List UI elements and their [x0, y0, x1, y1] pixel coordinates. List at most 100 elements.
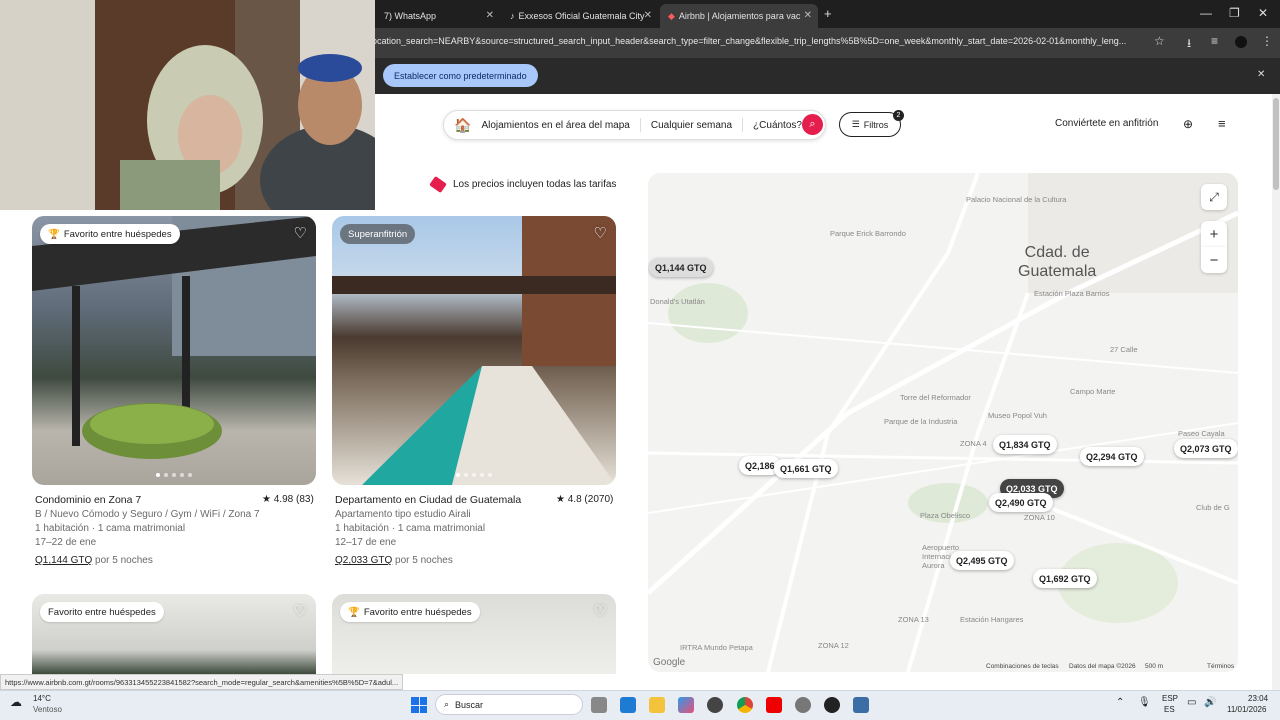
github-icon[interactable]	[707, 697, 723, 713]
heart-icon[interactable]: ♡	[594, 224, 607, 242]
listing-rating: ★ 4.98 (83)	[262, 494, 314, 505]
price-note-text: Los precios incluyen todas las tarifas	[453, 179, 617, 190]
price-pin[interactable]: Q2,294 GTQ	[1080, 447, 1144, 466]
bookmark-star-icon[interactable]: ☆	[1154, 34, 1165, 48]
listing-title[interactable]: Condominio en Zona 7	[35, 494, 141, 506]
kebab-menu-icon[interactable]: ⋮	[1261, 34, 1273, 48]
globe-icon[interactable]: ⊕	[1183, 117, 1193, 131]
close-icon[interactable]: ✕	[804, 10, 812, 21]
tab-label: Airbnb | Alojamientos para vac	[678, 11, 801, 21]
listing-photo[interactable]: 🏆 Favorito entre huéspedes ♡	[332, 594, 616, 674]
listing-photo[interactable]: 🏆 Favorito entre huéspedes ♡	[32, 216, 316, 485]
volume-icon[interactable]: 🔊	[1204, 697, 1216, 708]
dates-field[interactable]: Cualquier semana	[641, 120, 742, 131]
youtube-icon[interactable]	[766, 697, 782, 713]
heart-icon[interactable]: ♡	[294, 602, 307, 620]
input-lang[interactable]: ESP	[1162, 694, 1178, 703]
filters-label: Filtros	[863, 119, 889, 130]
price-pin[interactable]: Q2,490 GTQ	[989, 493, 1053, 512]
weather-temp[interactable]: 14°C	[33, 694, 51, 703]
map-place-label: Donald's Utatlán	[650, 297, 705, 306]
taskbar-search[interactable]: ⌕ Buscar	[435, 694, 583, 715]
zoom-in-button[interactable]: +	[1201, 221, 1227, 247]
file-explorer-icon[interactable]	[649, 697, 665, 713]
expand-map-icon[interactable]: ⤢	[1201, 184, 1227, 210]
media-controls-icon[interactable]: ≡	[1211, 34, 1218, 48]
location-field[interactable]: Alojamientos en el área del mapa	[471, 120, 639, 131]
map-terms-link[interactable]: Términos	[1207, 663, 1234, 670]
url-field[interactable]: ocation_search=NEARBY&source=structured_…	[372, 36, 1150, 46]
map-place-label: Estación Hangares	[960, 615, 1024, 624]
network-icon[interactable]: ▭	[1187, 697, 1196, 708]
heart-icon[interactable]: ♡	[594, 602, 607, 620]
store-icon[interactable]	[620, 697, 636, 713]
map-place-label: Paseo Cayala	[1178, 429, 1225, 438]
weather-desc[interactable]: Ventoso	[33, 705, 62, 714]
close-infobar-icon[interactable]: ✕	[1257, 69, 1265, 80]
map-place-label: Palacio Nacional de la Cultura	[966, 195, 1067, 204]
photo-illustration	[32, 216, 316, 459]
become-host-link[interactable]: Conviértete en anfitrión	[1055, 118, 1158, 129]
input-lang-sub[interactable]: ES	[1164, 705, 1175, 714]
minimize-button[interactable]: —	[1200, 6, 1212, 20]
tab-airbnb[interactable]: ◆ Airbnb | Alojamientos para vac ✕	[660, 4, 818, 28]
microphone-icon[interactable]: 🎙	[1138, 697, 1151, 708]
listing-beds: 1 habitación · 1 cama matrimonial	[335, 523, 486, 534]
photo-carousel-dots[interactable]	[156, 473, 192, 477]
scrollbar-thumb[interactable]	[1273, 98, 1279, 190]
windows-taskbar	[0, 690, 1280, 720]
price-pin[interactable]: Q1,661 GTQ	[774, 459, 838, 478]
map-keyboard-shortcuts[interactable]: Combinaciones de teclas	[986, 663, 1059, 670]
settings-icon[interactable]	[795, 697, 811, 713]
map-place-label: 27 Calle	[1110, 345, 1138, 354]
weather-icon[interactable]: ☁	[10, 695, 22, 709]
calculator-icon[interactable]	[853, 697, 869, 713]
hamburger-menu-icon[interactable]: ≡	[1218, 116, 1226, 131]
windows-start-icon[interactable]	[411, 697, 427, 713]
price-pin[interactable]: Q2,073 GTQ	[1174, 439, 1238, 458]
price-pin[interactable]: Q1,834 GTQ	[993, 435, 1057, 454]
clock-time[interactable]: 23:04	[1248, 694, 1268, 703]
map-place-label: Plaza Obelisco	[920, 511, 971, 520]
zoom-out-button[interactable]: −	[1201, 247, 1227, 273]
airbnb-icon: ◆	[668, 10, 675, 21]
filters-button[interactable]: ☰ Filtros	[839, 112, 901, 137]
taskbar-search-label: Buscar	[455, 699, 484, 710]
tab-whatsapp[interactable]: 7) WhatsApp ✕	[376, 4, 500, 28]
search-bar[interactable]: 🏠 Alojamientos en el área del mapa Cualq…	[443, 110, 826, 140]
trophy-icon: 🏆	[348, 606, 360, 618]
close-icon[interactable]: ✕	[644, 10, 652, 21]
trophy-icon: 🏆	[48, 228, 60, 240]
maximize-button[interactable]: ❐	[1229, 6, 1240, 20]
listing-title[interactable]: Departamento en Ciudad de Guatemala	[335, 494, 521, 506]
google-logo: Google	[653, 657, 686, 668]
close-icon[interactable]: ✕	[486, 10, 494, 21]
map-place-label: Torre del Reformador	[900, 393, 971, 402]
chrome-icon[interactable]	[737, 697, 753, 713]
map-view[interactable]: Cdad. de Guatemala Palacio Nacional de la…	[648, 173, 1238, 672]
map-place-label: Estación Plaza Barrios	[1034, 289, 1110, 298]
price-pin[interactable]: Q1,144 GTQ	[649, 258, 713, 277]
search-icon: ⌕	[444, 699, 450, 709]
new-tab-button[interactable]: +	[824, 6, 832, 21]
download-icon[interactable]: ⭳	[1187, 34, 1191, 55]
copilot-icon[interactable]	[678, 697, 694, 713]
listing-dates: 12–17 de ene	[335, 537, 397, 548]
listing-photo[interactable]: Favorito entre huéspedes ♡	[32, 594, 316, 674]
listing-photo[interactable]: Superanfitrión ♡	[332, 216, 616, 485]
profile-avatar[interactable]	[1235, 36, 1247, 48]
listing-price[interactable]: Q2,033 GTQ por 5 noches	[335, 555, 453, 566]
heart-icon[interactable]: ♡	[294, 224, 307, 242]
price-pin[interactable]: Q2,495 GTQ	[950, 551, 1014, 570]
media-player-icon[interactable]	[824, 697, 840, 713]
listing-price[interactable]: Q1,144 GTQ por 5 noches	[35, 555, 153, 566]
close-window-button[interactable]: ✕	[1258, 6, 1268, 20]
clock-date[interactable]: 11/01/2026	[1227, 705, 1266, 714]
task-view-icon[interactable]	[591, 697, 607, 713]
price-pin[interactable]: Q1,692 GTQ	[1033, 569, 1097, 588]
tab-exxesos[interactable]: ♪ Exxesos Oficial Guatemala City ✕	[502, 4, 658, 28]
set-default-button[interactable]: Establecer como predeterminado	[383, 64, 538, 87]
search-button[interactable]: ⌕	[802, 114, 823, 135]
photo-carousel-dots[interactable]	[456, 473, 492, 477]
chevron-up-icon[interactable]: ⌃	[1116, 697, 1124, 708]
